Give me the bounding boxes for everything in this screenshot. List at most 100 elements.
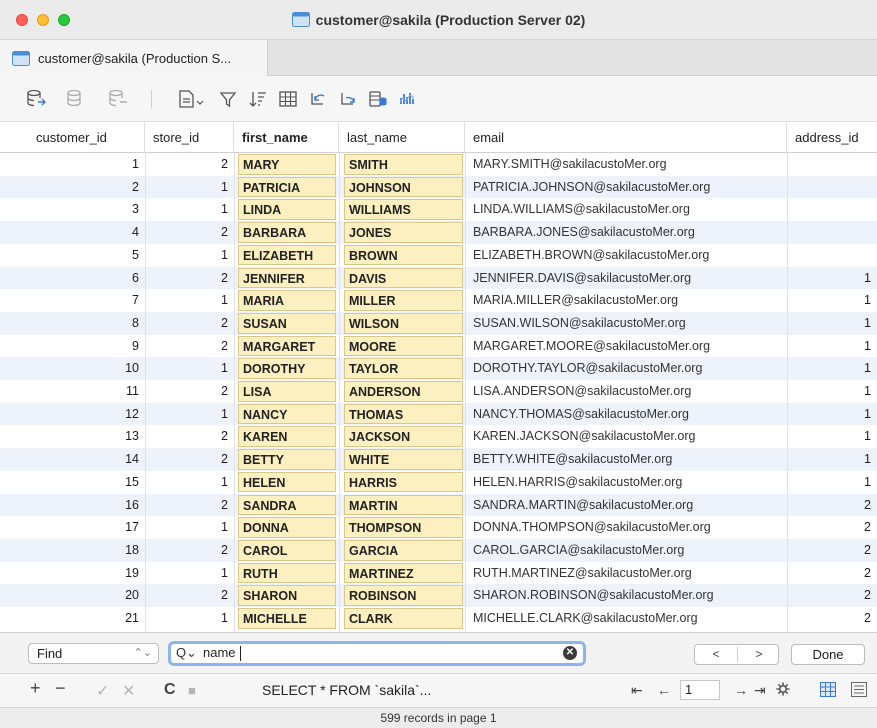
cell-email[interactable]: JENNIFER.DAVIS@sakilacustoMer.org: [465, 267, 787, 290]
cell-last-name[interactable]: TAYLOR: [344, 358, 463, 379]
find-next-button[interactable]: >: [738, 645, 780, 664]
cell-last-name[interactable]: SMITH: [344, 154, 463, 175]
cell-address-id[interactable]: 1: [787, 335, 877, 358]
cell-customer-id[interactable]: 1: [28, 153, 145, 176]
cell-store-id[interactable]: 2: [145, 584, 234, 607]
cell-store-id[interactable]: 1: [145, 403, 234, 426]
cell-last-name[interactable]: CLARK: [344, 608, 463, 629]
table-row[interactable]: 9 2 MARGARET MOORE MARGARET.MOORE@sakilacust…: [0, 335, 877, 358]
cell-store-id[interactable]: 2: [145, 425, 234, 448]
cell-email[interactable]: PATRICIA.JOHNSON@sakilacustoMer.org: [465, 176, 787, 199]
cell-customer-id[interactable]: 3: [28, 198, 145, 221]
table-row[interactable]: 13 2 KAREN JACKSON KAREN.JACKSON@sakilacusto…: [0, 425, 877, 448]
table-row[interactable]: 1 2 MARY SMITH MARY.SMITH@sakilacustoMer.org: [0, 153, 877, 176]
cell-email[interactable]: SHARON.ROBINSON@sakilacustoMer.org: [465, 584, 787, 607]
cell-email[interactable]: MARGARET.MOORE@sakilacustoMer.org: [465, 335, 787, 358]
cell-first-name[interactable]: SHARON: [238, 585, 336, 606]
cell-first-name[interactable]: SUSAN: [238, 312, 336, 334]
cell-customer-id[interactable]: 11: [28, 380, 145, 403]
cell-last-name[interactable]: MILLER: [344, 290, 463, 311]
cell-first-name[interactable]: BETTY: [238, 449, 336, 470]
cell-customer-id[interactable]: 17: [28, 516, 145, 539]
table-row[interactable]: 15 1 HELEN HARRIS HELEN.HARRIS@sakilacustoMe…: [0, 471, 877, 494]
grid-view-icon[interactable]: [820, 682, 836, 702]
delete-row-icon[interactable]: [66, 89, 88, 109]
cell-address-id[interactable]: 2: [787, 494, 877, 517]
discard-changes-button[interactable]: ✕: [122, 681, 135, 701]
cell-address-id[interactable]: 2: [787, 607, 877, 630]
database-icon[interactable]: [368, 89, 390, 109]
cell-email[interactable]: DOROTHY.TAYLOR@sakilacustoMer.org: [465, 357, 787, 380]
find-search-field[interactable]: Q⌄ name ✕: [168, 641, 586, 666]
table-row[interactable]: 19 1 RUTH MARTINEZ RUTH.MARTINEZ@sakilacusto…: [0, 562, 877, 585]
cell-first-name[interactable]: SANDRA: [238, 494, 336, 516]
table-row[interactable]: 21 1 MICHELLE CLARK MICHELLE.CLARK@sakilacus…: [0, 607, 877, 630]
cell-first-name[interactable]: DONNA: [238, 517, 336, 538]
table-row[interactable]: 11 2 LISA ANDERSON LISA.ANDERSON@sakilacusto…: [0, 380, 877, 403]
table-row[interactable]: 6 2 JENNIFER DAVIS JENNIFER.DAVIS@sakilacust…: [0, 266, 877, 290]
cell-last-name[interactable]: DAVIS: [344, 267, 463, 289]
cell-email[interactable]: MARIA.MILLER@sakilacustoMer.org: [465, 289, 787, 312]
cell-store-id[interactable]: 1: [145, 471, 234, 494]
sql-query-preview[interactable]: SELECT * FROM `sakila`...: [262, 682, 431, 698]
table-row[interactable]: 7 1 MARIA MILLER MARIA.MILLER@sakilacustoMer…: [0, 289, 877, 312]
grid-icon[interactable]: [278, 89, 300, 109]
table-row[interactable]: 3 1 LINDA WILLIAMS LINDA.WILLIAMS@sakilacust…: [0, 198, 877, 221]
cell-last-name[interactable]: BROWN: [344, 244, 463, 266]
cell-first-name[interactable]: NANCY: [238, 403, 336, 425]
column-header-customer-id[interactable]: customer_id: [28, 122, 145, 153]
cell-last-name[interactable]: HARRIS: [344, 471, 463, 493]
cell-last-name[interactable]: WILSON: [344, 312, 463, 334]
cell-last-name[interactable]: JOHNSON: [344, 176, 463, 198]
cell-first-name[interactable]: BARBARA: [238, 222, 336, 243]
table-row[interactable]: 4 2 BARBARA JONES BARBARA.JONES@sakilacustoM…: [0, 221, 877, 244]
cell-store-id[interactable]: 1: [145, 516, 234, 539]
cell-customer-id[interactable]: 21: [28, 607, 145, 630]
cell-first-name[interactable]: ELIZABETH: [238, 244, 336, 266]
filter-icon[interactable]: [218, 89, 240, 109]
cell-last-name[interactable]: MOORE: [344, 335, 463, 357]
table-row[interactable]: 12 1 NANCY THOMAS NANCY.THOMAS@sakilacustoMe…: [0, 402, 877, 426]
cell-last-name[interactable]: GARCIA: [344, 539, 463, 561]
chart-icon[interactable]: [398, 89, 420, 109]
cell-store-id[interactable]: 2: [145, 494, 234, 517]
apply-changes-button[interactable]: ✓: [96, 681, 109, 701]
cell-last-name[interactable]: THOMPSON: [344, 517, 463, 538]
cell-last-name[interactable]: JONES: [344, 222, 463, 243]
form-view-icon[interactable]: [851, 682, 867, 702]
cell-address-id[interactable]: 1: [787, 289, 877, 312]
cell-first-name[interactable]: PATRICIA: [238, 176, 336, 198]
cell-email[interactable]: SANDRA.MARTIN@sakilacustoMer.org: [465, 494, 787, 517]
cell-customer-id[interactable]: 12: [28, 403, 145, 426]
cell-address-id[interactable]: [787, 221, 877, 244]
cell-first-name[interactable]: DOROTHY: [238, 358, 336, 379]
cell-address-id[interactable]: 1: [787, 312, 877, 335]
column-header-last-name[interactable]: last_name: [339, 122, 465, 153]
last-page-button[interactable]: ⇥: [754, 682, 766, 699]
cell-customer-id[interactable]: 6: [28, 267, 145, 290]
cell-last-name[interactable]: MARTINEZ: [344, 562, 463, 584]
page-number-field[interactable]: 1: [680, 680, 720, 700]
done-button[interactable]: Done: [791, 644, 865, 665]
cell-store-id[interactable]: 2: [145, 267, 234, 290]
table-row[interactable]: 10 1 DOROTHY TAYLOR DOROTHY.TAYLOR@sakilacus…: [0, 357, 877, 380]
column-header-email[interactable]: email: [465, 122, 787, 153]
cell-first-name[interactable]: LINDA: [238, 199, 336, 221]
cell-store-id[interactable]: 2: [145, 539, 234, 562]
cell-customer-id[interactable]: 8: [28, 312, 145, 335]
cell-email[interactable]: DONNA.THOMPSON@sakilacustoMer.org: [465, 516, 787, 539]
cell-customer-id[interactable]: 18: [28, 539, 145, 562]
insert-row-icon[interactable]: [26, 89, 48, 109]
find-previous-button[interactable]: <: [695, 645, 737, 664]
cell-email[interactable]: ELIZABETH.BROWN@sakilacustoMer.org: [465, 244, 787, 267]
table-row[interactable]: 17 1 DONNA THOMPSON DONNA.THOMPSON@sakilacus…: [0, 516, 877, 539]
add-row-button[interactable]: +: [30, 678, 41, 699]
import-icon[interactable]: [308, 89, 330, 109]
tab-customer[interactable]: customer@sakila (Production S...: [0, 40, 268, 76]
cell-address-id[interactable]: 2: [787, 584, 877, 607]
cell-last-name[interactable]: WILLIAMS: [344, 199, 463, 221]
cell-address-id[interactable]: 2: [787, 562, 877, 585]
cell-customer-id[interactable]: 19: [28, 562, 145, 585]
cell-store-id[interactable]: 2: [145, 312, 234, 335]
cell-customer-id[interactable]: 2: [28, 176, 145, 199]
